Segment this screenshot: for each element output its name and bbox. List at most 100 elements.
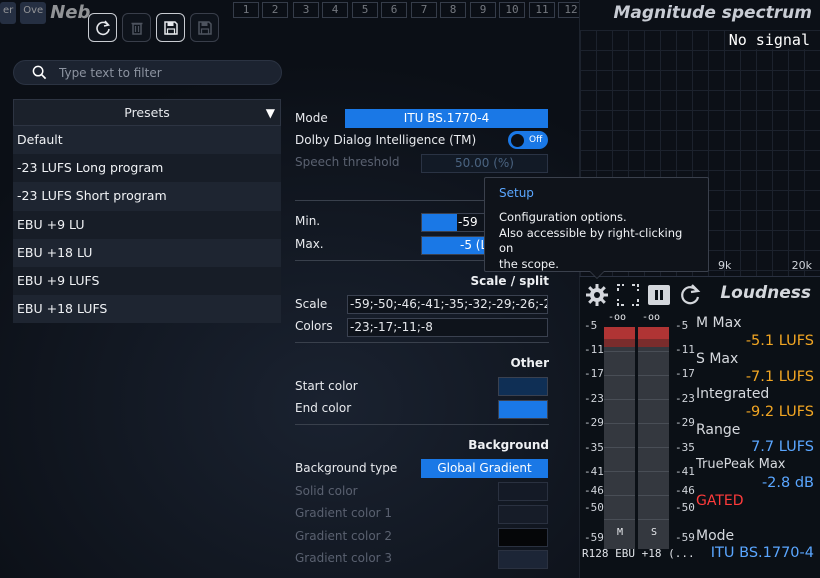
save-button[interactable] (156, 13, 185, 42)
meter-gridline (604, 351, 635, 352)
truepeak-value: -2.8 dB (761, 475, 814, 491)
min-slider[interactable]: -59 (L (421, 213, 491, 232)
scale-tick: -41 (675, 465, 695, 478)
gated-indicator: GATED (696, 493, 744, 509)
range-value: 7.7 LUFS (751, 439, 814, 455)
mode-select[interactable]: ITU BS.1770-4 (345, 109, 548, 128)
bg-type-select[interactable]: Global Gradient (421, 459, 548, 478)
track-number[interactable]: 8 (440, 2, 466, 18)
range-label: Range (696, 422, 741, 438)
scale-tick: -23 (675, 392, 695, 405)
solid-color-label: Solid color (295, 484, 358, 498)
tooltip-arrow-inner (590, 271, 604, 278)
host-logo: er Ove Neb (0, 2, 90, 24)
meter-m-red-zone (604, 327, 635, 339)
track-number[interactable]: 5 (352, 2, 378, 18)
tooltip-title: Setup (499, 186, 534, 200)
scale-tick: -23 (584, 392, 604, 405)
colors-label: Colors (295, 319, 333, 333)
truepeak-label: TruePeak Max (696, 457, 786, 472)
preset-item[interactable]: EBU +18 LU (13, 238, 281, 267)
meter-gridline (638, 351, 669, 352)
presets-header[interactable]: Presets ▼ (13, 99, 281, 126)
m-max-value: -5.1 LUFS (745, 333, 814, 349)
preset-search[interactable] (13, 60, 282, 85)
track-number[interactable]: 11 (529, 2, 555, 18)
refresh-button[interactable] (88, 13, 117, 42)
gear-icon[interactable] (585, 283, 609, 307)
search-input[interactable] (59, 65, 259, 80)
scale-tick: -17 (584, 367, 604, 380)
scale-tick: -35 (675, 441, 695, 454)
preset-item[interactable]: -23 LUFS Short program (13, 182, 281, 211)
s-max-value: -7.1 LUFS (745, 369, 814, 385)
end-color-label: End color (295, 401, 352, 415)
loudness-meter[interactable]: Loudness -5 -11 -17 -23 -29 -35 -41 -46 … (579, 276, 820, 578)
sort-down-icon[interactable]: ▼ (266, 100, 275, 126)
scale-tick: -29 (675, 416, 695, 429)
track-number[interactable]: 6 (381, 2, 407, 18)
presets-list: Presets ▼ Default -23 LUFS Long program … (13, 99, 281, 324)
fullscreen-icon[interactable] (616, 283, 640, 307)
track-number[interactable]: 10 (499, 2, 525, 18)
reset-icon[interactable] (678, 283, 702, 307)
meter-gridline (638, 495, 669, 496)
spectrum-axis-9k: 9k (718, 259, 732, 272)
track-number[interactable]: 3 (293, 2, 319, 18)
scale-tick: -59 (675, 531, 695, 544)
search-icon (32, 65, 47, 80)
preset-item[interactable]: EBU +18 LUFS (13, 295, 281, 324)
preset-toolbar (88, 13, 219, 42)
scale-tick: -17 (675, 367, 695, 380)
track-number[interactable]: 7 (411, 2, 437, 18)
integrated-value: -9.2 LUFS (745, 404, 814, 420)
host-track-strip: 1 2 3 4 5 6 7 8 9 10 11 12 (225, 0, 584, 30)
scale-tick: -50 (584, 501, 604, 514)
track-number[interactable]: 4 (322, 2, 348, 18)
scale-field[interactable]: -59;-50;-46;-41;-35;-32;-29;-26;-23;-20; (347, 295, 548, 314)
scale-tick: -46 (584, 484, 604, 497)
speech-label: Speech threshold (295, 155, 400, 169)
toggle-knob (511, 133, 524, 147)
gradient1-swatch[interactable] (498, 505, 548, 524)
separator (295, 342, 549, 343)
presets-header-label: Presets (124, 105, 170, 120)
preset-item[interactable]: -23 LUFS Long program (13, 154, 281, 183)
scale-tick: -5 (675, 319, 689, 332)
gradient2-swatch[interactable] (498, 528, 548, 547)
save-icon (163, 20, 178, 35)
track-number[interactable]: 1 (233, 2, 259, 18)
peak-s: -oo (642, 312, 661, 323)
track-number[interactable]: 9 (470, 2, 496, 18)
start-color-label: Start color (295, 379, 358, 393)
meter-gridline (604, 423, 635, 424)
delete-button[interactable] (122, 13, 151, 42)
max-slider[interactable]: -5 (L (421, 236, 491, 255)
min-slider-fill (422, 214, 458, 231)
gradient3-swatch[interactable] (498, 550, 548, 569)
integrated-label: Integrated (696, 386, 770, 402)
spectrum-status: No signal (726, 31, 812, 49)
start-color-swatch[interactable] (498, 377, 548, 396)
meter-gridline (604, 447, 635, 448)
preset-item[interactable]: EBU +9 LU (13, 210, 281, 239)
peak-m: -oo (608, 312, 627, 323)
save-as-button[interactable] (190, 13, 219, 42)
scale-tick: -11 (675, 343, 695, 356)
gradient2-label: Gradient color 2 (295, 529, 393, 543)
scale-label: Scale (295, 297, 328, 311)
preset-item[interactable]: EBU +9 LUFS (13, 266, 281, 296)
preset-item[interactable]: Default (13, 126, 281, 155)
end-color-swatch[interactable] (498, 400, 548, 419)
solid-color-swatch[interactable] (498, 482, 548, 501)
colors-field[interactable]: -23;-17;-11;-8 (347, 318, 548, 337)
refresh-icon (95, 19, 110, 35)
pause-icon[interactable] (647, 283, 671, 307)
host-chip-2: Ove (20, 2, 47, 24)
speech-threshold-field[interactable]: 50.00 (%) (421, 154, 548, 173)
meter-m-label: M (617, 527, 624, 538)
scale-tick: -35 (584, 441, 604, 454)
dolby-toggle[interactable]: Off (508, 131, 548, 149)
max-label: Max. (295, 237, 324, 251)
track-number[interactable]: 2 (262, 2, 288, 18)
